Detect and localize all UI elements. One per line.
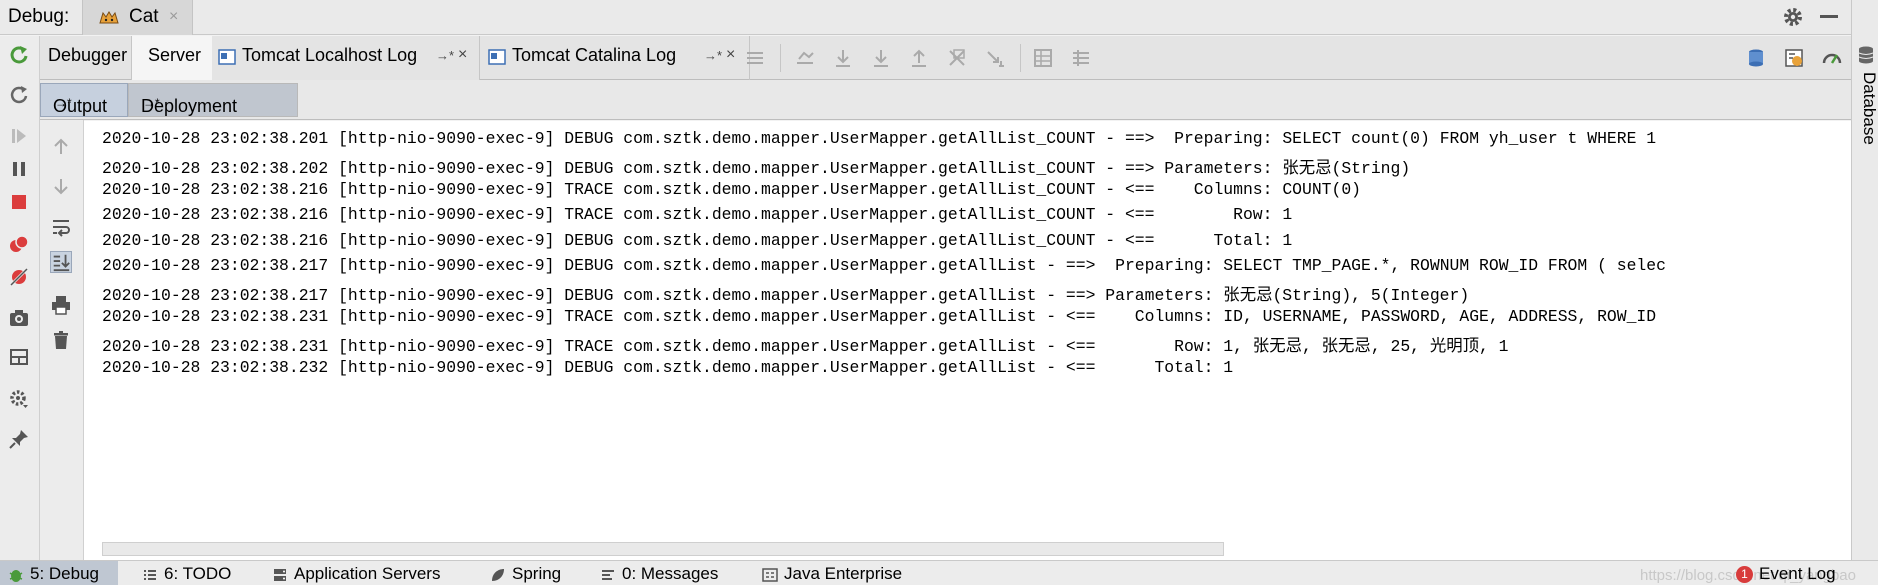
- stop-icon[interactable]: [8, 191, 30, 213]
- log-file-icon: [488, 49, 506, 65]
- statusbar-label: 6: TODO: [164, 564, 232, 583]
- trace-icon[interactable]: [1070, 47, 1092, 69]
- trash-icon[interactable]: [50, 329, 72, 351]
- console-output[interactable]: 2020-10-28 23:02:38.201 [http-nio-9090-e…: [84, 121, 1851, 560]
- settings-icon[interactable]: [8, 388, 30, 410]
- statusbar-item-debug[interactable]: 5: Debug: [0, 561, 118, 585]
- close-icon[interactable]: ×: [458, 46, 467, 64]
- pin-tab-icon[interactable]: →*: [55, 96, 72, 110]
- rerun-icon[interactable]: [8, 44, 30, 66]
- console-line: 2020-10-28 23:02:38.216 [http-nio-9090-e…: [102, 230, 1293, 250]
- tomcat-icon: [99, 11, 119, 24]
- evaluate-expression-icon[interactable]: [1032, 47, 1054, 69]
- console-actions-gutter: [40, 120, 84, 560]
- pin-tab-icon[interactable]: →*: [436, 48, 454, 63]
- event-log-badge: 1: [1736, 566, 1753, 584]
- debug-actions-bar: [0, 36, 40, 560]
- mute-breakpoints-icon[interactable]: [8, 266, 30, 288]
- event-log-button[interactable]: 1 Event Log: [1736, 564, 1836, 584]
- server-icon: [274, 568, 286, 581]
- bug-icon: [9, 569, 23, 582]
- statusbar-item-todo[interactable]: 6: TODO: [142, 564, 231, 584]
- statusbar-item-java-enterprise[interactable]: Java Enterprise: [762, 564, 902, 584]
- arrow-down-icon[interactable]: [50, 175, 72, 197]
- tab-label: Tomcat Localhost Log: [242, 45, 418, 65]
- pin-icon[interactable]: [8, 428, 30, 450]
- show-execution-point-icon[interactable]: [794, 47, 816, 69]
- tab-output[interactable]: Output →*: [40, 83, 128, 117]
- close-icon[interactable]: ×: [726, 46, 735, 64]
- console-line: 2020-10-28 23:02:38.232 [http-nio-9090-e…: [102, 357, 1234, 377]
- view-breakpoints-icon[interactable]: [8, 233, 30, 255]
- run-to-cursor-icon[interactable]: [984, 47, 1006, 69]
- dump-threads-icon[interactable]: [1783, 47, 1805, 69]
- log-file-icon: [218, 49, 236, 65]
- console-line: 2020-10-28 23:02:38.231 [http-nio-9090-e…: [102, 306, 1657, 326]
- statusbar-item-spring[interactable]: Spring: [490, 564, 561, 584]
- tab-debugger[interactable]: Debugger: [40, 36, 132, 80]
- spring-leaf-icon: [492, 568, 504, 581]
- debug-label: Debug:: [8, 6, 70, 27]
- menu-icon[interactable]: [744, 47, 766, 69]
- console-line: 2020-10-28 23:02:38.216 [http-nio-9090-e…: [102, 179, 1362, 199]
- close-icon[interactable]: ×: [169, 8, 178, 26]
- step-over-icon[interactable]: [832, 47, 854, 69]
- arrow-up-icon[interactable]: [50, 136, 72, 158]
- console-line: 2020-10-28 23:02:38.217 [http-nio-9090-e…: [102, 286, 1470, 306]
- statusbar-label: Java Enterprise: [784, 564, 903, 583]
- statusbar-label: 0: Messages: [622, 564, 719, 583]
- horizontal-scrollbar[interactable]: [102, 542, 1224, 556]
- run-config-tab-cat[interactable]: Cat ×: [82, 0, 193, 35]
- statusbar-item-application-servers[interactable]: Application Servers: [272, 564, 440, 584]
- camera-icon[interactable]: [8, 307, 30, 329]
- toolbar-separator: [1020, 44, 1021, 72]
- minimize-icon[interactable]: [1820, 15, 1838, 18]
- step-into-icon[interactable]: [870, 47, 892, 69]
- performance-gauge-icon[interactable]: [1821, 47, 1843, 69]
- tomcat-server-icon[interactable]: [1745, 47, 1767, 69]
- scroll-to-end-icon[interactable]: [50, 251, 72, 273]
- statusbar-label: Spring: [512, 564, 562, 583]
- tab-tomcat-catalina-log[interactable]: Tomcat Catalina Log →* ×: [480, 36, 750, 80]
- print-icon[interactable]: [50, 294, 72, 316]
- resume-icon[interactable]: [8, 125, 30, 147]
- messages-icon: [602, 569, 614, 580]
- layout-icon[interactable]: [8, 346, 30, 368]
- tab-tomcat-localhost-log[interactable]: Tomcat Localhost Log →* ×: [212, 36, 480, 80]
- statusbar-item-messages[interactable]: 0: Messages: [600, 564, 718, 584]
- pause-icon[interactable]: [8, 158, 30, 180]
- list-icon: [144, 569, 156, 580]
- status-bar: 5: Debug 6: TODO Application Servers Spr…: [0, 560, 1878, 585]
- gear-icon[interactable]: [1782, 6, 1804, 28]
- run-config-tab-label: Cat: [129, 6, 159, 27]
- toolbar-separator: [780, 44, 781, 72]
- console-line: 2020-10-28 23:02:38.202 [http-nio-9090-e…: [102, 159, 1411, 179]
- soft-wrap-icon[interactable]: [50, 216, 72, 238]
- drop-frame-icon[interactable]: [946, 47, 968, 69]
- statusbar-label: 5: Debug: [30, 564, 99, 583]
- step-out-icon[interactable]: [908, 47, 930, 69]
- console-line: 2020-10-28 23:02:38.231 [http-nio-9090-e…: [102, 337, 1509, 357]
- right-tool-strip: Database: [1851, 0, 1878, 560]
- console-line: 2020-10-28 23:02:38.217 [http-nio-9090-e…: [102, 256, 1666, 275]
- database-icon[interactable]: [1858, 46, 1874, 64]
- java-ee-icon: [762, 567, 778, 582]
- debug-toolbar: Debugger Server Tomcat Localhost Log →* …: [40, 36, 1851, 80]
- tab-deployment[interactable]: Deployment →*: [128, 83, 298, 117]
- server-subtabs: Output →* Deployment →*: [40, 80, 1851, 120]
- tab-label: Server: [148, 45, 202, 65]
- pin-tab-icon[interactable]: →*: [143, 96, 160, 110]
- debug-title-bar: Debug: Cat ×: [0, 0, 1851, 35]
- database-tool-label[interactable]: Database: [1859, 72, 1878, 145]
- event-log-label: Event Log: [1759, 564, 1836, 583]
- statusbar-label: Application Servers: [294, 564, 441, 583]
- pin-tab-icon[interactable]: →*: [704, 48, 722, 63]
- console-line: 2020-10-28 23:02:38.201 [http-nio-9090-e…: [102, 129, 1657, 148]
- tab-label: Debugger: [48, 45, 128, 65]
- refresh-icon[interactable]: [8, 84, 30, 106]
- console-line: 2020-10-28 23:02:38.216 [http-nio-9090-e…: [102, 205, 1293, 225]
- tab-label: Tomcat Catalina Log: [512, 45, 677, 65]
